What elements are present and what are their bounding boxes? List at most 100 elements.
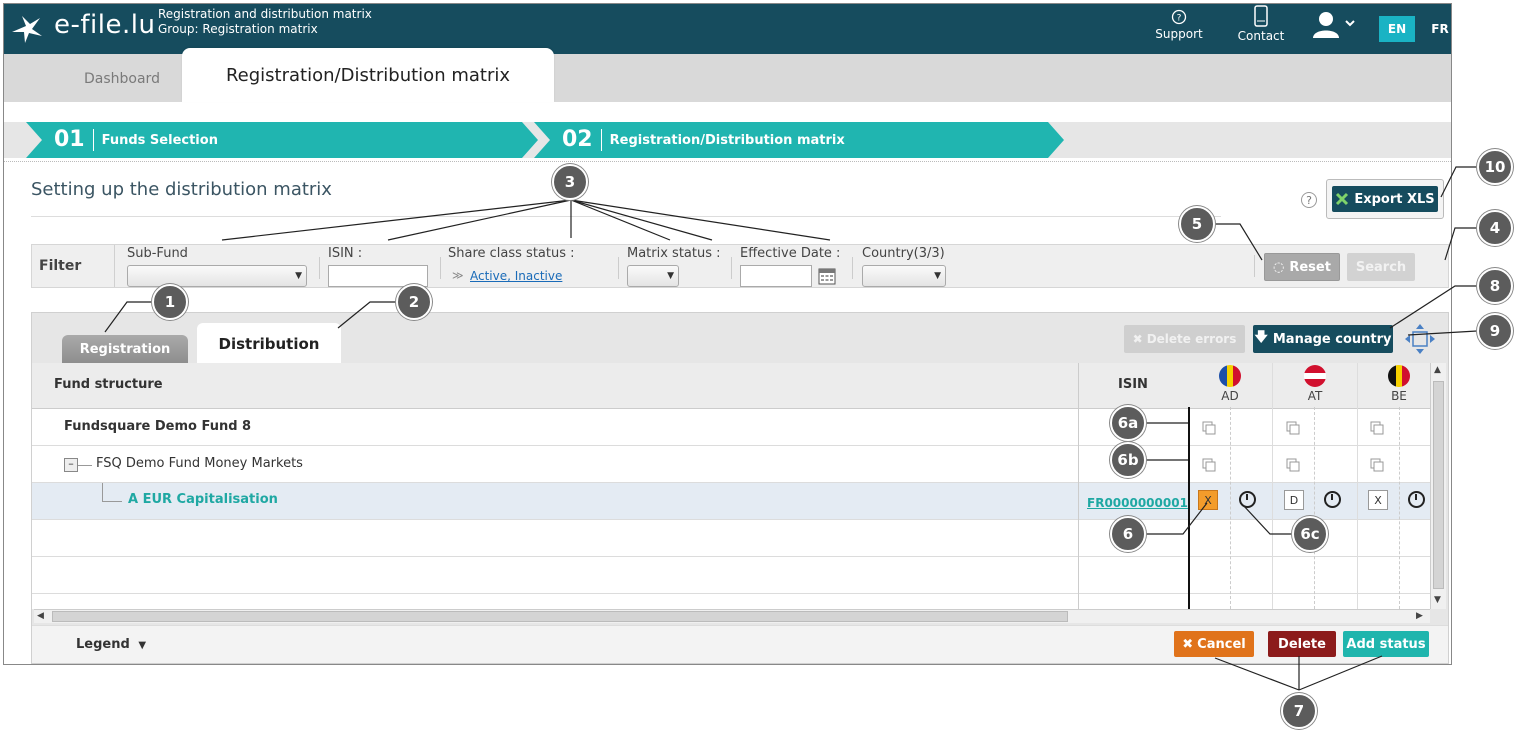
scroll-up-icon[interactable]: ▲ xyxy=(1434,365,1441,375)
support-label: Support xyxy=(1155,27,1203,41)
filter-sep xyxy=(852,257,853,279)
reset-icon: ◌ xyxy=(1273,259,1285,275)
step1-label: Funds Selection xyxy=(101,132,218,148)
copy-icon[interactable] xyxy=(1202,421,1216,435)
step2-number: 02 xyxy=(562,129,602,151)
effective-date-input[interactable] xyxy=(740,265,812,287)
cancel-label: Cancel xyxy=(1197,636,1246,652)
export-xls-button[interactable]: Export XLS xyxy=(1326,179,1444,219)
flag-ad-icon xyxy=(1219,365,1241,387)
share-class-status-label: Share class status : xyxy=(448,246,575,261)
col-fund-structure: Fund structure xyxy=(54,377,163,392)
callout-badge: 10 xyxy=(1477,149,1513,185)
status-cell-ad[interactable]: X xyxy=(1198,490,1218,510)
calendar-icon[interactable] xyxy=(818,267,836,285)
wizard-step-funds-selection[interactable]: 01 Funds Selection xyxy=(26,122,538,158)
search-button[interactable]: Search xyxy=(1347,253,1415,281)
contact-link[interactable]: Contact xyxy=(1236,5,1286,43)
subfund-select[interactable]: ▼ xyxy=(127,265,307,287)
delete-errors-label: Delete errors xyxy=(1146,332,1237,346)
manage-country-button[interactable]: 🡇 Manage country xyxy=(1253,325,1393,353)
country-code-be: BE xyxy=(1391,389,1407,403)
share-class-status-link[interactable]: Active, Inactive xyxy=(470,269,562,283)
status-cell-be[interactable]: X xyxy=(1368,490,1388,510)
grid-header-row: Fund structure ISIN AD AT BE xyxy=(32,363,1430,409)
contact-label: Contact xyxy=(1237,29,1285,43)
scroll-right-icon[interactable]: ▶ xyxy=(1416,611,1423,621)
divider xyxy=(4,161,1451,162)
callout-badge: 3 xyxy=(552,164,588,200)
title-divider xyxy=(31,216,1221,217)
country-col-at[interactable]: AT xyxy=(1295,365,1335,403)
close-icon: ✖ xyxy=(1182,636,1194,652)
matrix-panel: Registration Distribution ✖ Delete error… xyxy=(31,312,1449,664)
status-cell-at[interactable]: D xyxy=(1284,490,1304,510)
copy-icon[interactable] xyxy=(1370,421,1384,435)
fund-name: Fundsquare Demo Fund 8 xyxy=(64,419,252,434)
table-row xyxy=(32,557,1430,594)
wizard-step-matrix[interactable]: 02 Registration/Distribution matrix xyxy=(534,122,1064,158)
lang-fr-button[interactable]: FR xyxy=(1422,16,1451,42)
reset-label: Reset xyxy=(1289,259,1331,275)
table-row xyxy=(32,520,1430,557)
logo-text[interactable]: e-file.lu xyxy=(54,10,155,40)
country-col-be[interactable]: BE xyxy=(1379,365,1419,403)
lang-en-button[interactable]: EN xyxy=(1379,16,1415,42)
app-title: Registration and distribution matrix Gro… xyxy=(158,7,372,37)
svg-text:?: ? xyxy=(1177,14,1182,24)
matrix-grid: Fund structure ISIN AD AT BE Fundsquare … xyxy=(32,363,1430,609)
callout-badge: 6a xyxy=(1110,405,1146,441)
cancel-button[interactable]: ✖ Cancel xyxy=(1174,631,1254,657)
delete-button[interactable]: Delete xyxy=(1268,631,1336,657)
tab-distribution[interactable]: Distribution xyxy=(197,323,341,365)
matrix-status-select[interactable]: ▼ xyxy=(627,265,679,287)
isin-link[interactable]: FR0000000001 xyxy=(1087,496,1188,510)
delete-errors-button[interactable]: ✖ Delete errors xyxy=(1124,325,1245,353)
matrix-status-label: Matrix status : xyxy=(627,246,721,261)
callout-badge: 6 xyxy=(1110,516,1146,552)
support-link[interactable]: ? Support xyxy=(1154,9,1204,41)
tab-registration[interactable]: Registration xyxy=(62,335,188,363)
vertical-scrollbar[interactable]: ▲ ▼ xyxy=(1430,363,1446,609)
filter-bar: Filter Sub-Fund ▼ ISIN : Share class sta… xyxy=(31,244,1449,288)
scroll-down-icon[interactable]: ▼ xyxy=(1434,595,1441,605)
horizontal-scrollbar[interactable]: ◀ ▶ xyxy=(34,609,1430,623)
add-status-button[interactable]: Add status xyxy=(1343,631,1429,657)
copy-icon[interactable] xyxy=(1286,421,1300,435)
tree-line xyxy=(102,501,122,502)
table-row[interactable]: Fundsquare Demo Fund 8 xyxy=(32,409,1430,446)
tab-dashboard[interactable]: Dashboard xyxy=(84,71,160,87)
share-class-name[interactable]: A EUR Capitalisation xyxy=(128,492,278,507)
table-row[interactable]: – FSQ Demo Fund Money Markets xyxy=(32,446,1430,483)
clock-icon[interactable] xyxy=(1324,491,1341,508)
callout-badge: 1 xyxy=(152,284,188,320)
copy-icon[interactable] xyxy=(1286,458,1300,472)
tab-registration-distribution[interactable]: Registration/Distribution matrix xyxy=(182,48,554,102)
scroll-left-icon[interactable]: ◀ xyxy=(37,611,44,621)
clock-icon[interactable] xyxy=(1239,491,1256,508)
filter-sep xyxy=(731,257,732,279)
user-menu-icon[interactable] xyxy=(1310,10,1358,40)
reset-button[interactable]: ◌ Reset xyxy=(1264,253,1340,281)
filter-label: Filter xyxy=(39,258,82,274)
caret-down-icon: ▼ xyxy=(138,640,147,651)
country-code-at: AT xyxy=(1307,389,1323,403)
filter-sep xyxy=(440,257,441,279)
scroll-thumb[interactable] xyxy=(52,611,1068,622)
help-icon[interactable]: ? xyxy=(1301,192,1317,208)
subfund-label: Sub-Fund xyxy=(127,246,188,261)
move-arrows-icon[interactable] xyxy=(1404,323,1436,355)
help-circle-icon: ? xyxy=(1171,9,1187,25)
country-select[interactable]: ▼ xyxy=(862,265,946,287)
phone-icon xyxy=(1254,5,1268,27)
scroll-thumb[interactable] xyxy=(1433,381,1444,589)
clock-icon[interactable] xyxy=(1408,491,1425,508)
flag-at-icon xyxy=(1304,365,1326,387)
copy-icon[interactable] xyxy=(1202,458,1216,472)
table-row[interactable]: A EUR Capitalisation FR0000000001 X D X xyxy=(32,483,1430,520)
effective-date-label: Effective Date : xyxy=(740,246,841,261)
copy-icon[interactable] xyxy=(1370,458,1384,472)
collapse-icon[interactable]: – xyxy=(64,458,78,472)
legend-toggle[interactable]: Legend ▼ xyxy=(76,637,146,652)
country-col-ad[interactable]: AD xyxy=(1210,365,1250,403)
